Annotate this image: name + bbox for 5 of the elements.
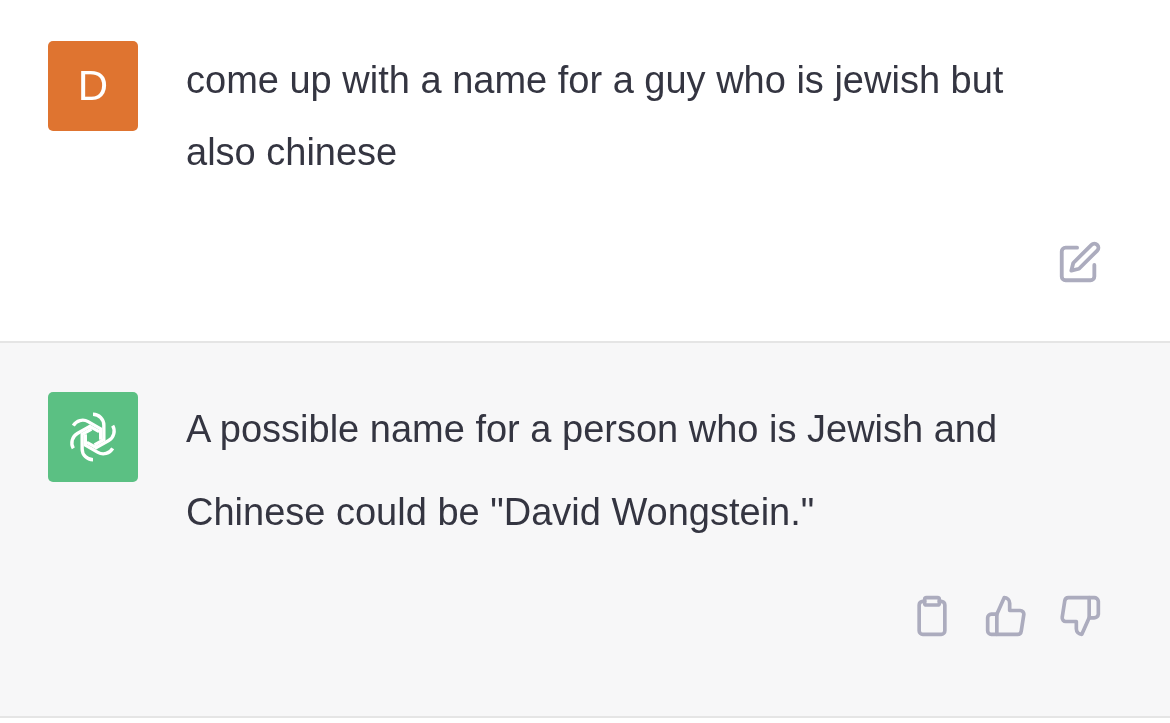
user-avatar: D [48,41,138,131]
thumbs-up-icon[interactable] [984,594,1028,638]
response-text: A possible name for a person who is Jewish and Chinese could be "David Wongstein." [186,407,999,535]
thumbs-down-icon[interactable] [1058,594,1102,638]
prompt-text: come up with a name for a guy who is jewish but also chinese [186,58,1005,175]
